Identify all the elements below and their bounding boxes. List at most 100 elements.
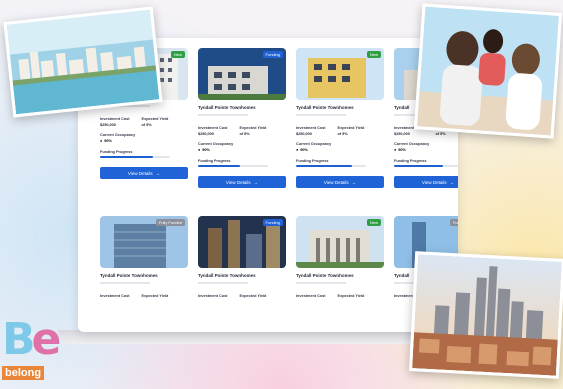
expected-yield-value: of 5% [435,132,446,136]
view-details-button[interactable]: View Details → [394,176,458,188]
funding-progress-fill [198,165,240,167]
logo-word: belong [2,366,45,380]
coastal-city-photo [3,6,163,118]
view-details-label: View Details [127,170,153,176]
property-title[interactable]: Tyndall Pointe Townhomes [198,105,286,110]
funding-progress-label: Funding Progress [394,159,427,163]
property-thumbnail[interactable]: Funding [198,216,286,268]
arrow-right-icon: → [351,179,357,185]
view-details-button[interactable]: View Details → [100,167,188,179]
investment-cost-label: Investment Cost [296,126,326,130]
status-badge: Funding [262,51,283,58]
expected-yield-label: Expected Yield [337,294,365,298]
property-subtitle-line [296,114,346,116]
investment-cost-value: $250,000 [296,132,312,136]
property-title[interactable]: Tyndall Pointe Townhomes [100,273,188,278]
funding-progress-bar [296,165,366,167]
funding-progress-label: Funding Progress [296,159,329,163]
investment-cost-value: $250,000 [198,132,214,136]
expected-yield-label: Expected Yield [337,126,365,130]
expected-yield-label: Expected Yield [239,294,267,298]
investment-cost: Investment Cost [198,294,228,300]
status-badge: New [170,51,185,58]
view-details-button[interactable]: View Details → [296,176,384,188]
expected-yield-label: Expected Yield [141,294,169,298]
occupancy-percent: 90% [104,139,112,143]
property-thumbnail[interactable]: Funding [198,48,286,100]
logo-letter-b: B [2,314,35,365]
occupancy-value: ● 90% [198,148,286,152]
funding-progress-fill [100,156,153,158]
investment-cost: Investment Cost $250,000 [100,117,130,127]
city-skyline-photo [408,251,563,379]
property-card[interactable]: Funding Tyndall Pointe Townhomes Investmen… [198,48,286,188]
expected-yield-label: Expected Yield [239,126,267,130]
property-subtitle-line [100,282,150,284]
investment-cost: Investment Cost $250,000 [198,126,228,136]
property-card[interactable]: Fully Funded Tyndall Pointe Townhomes Inve… [100,216,188,300]
investment-cost-label: Investment Cost [198,126,228,130]
property-title[interactable]: Tyndall Pointe Townhomes [198,273,286,278]
status-badge: Funding [262,219,283,226]
funding-progress-bar [100,156,170,158]
person-icon: ● [100,139,103,143]
funding-progress-bar [394,165,458,167]
property-thumbnail[interactable]: New [296,216,384,268]
investment-cost-value: $250,000 [394,132,410,136]
occupancy-percent: 90% [300,148,308,152]
occupancy-value: ● 90% [100,139,188,143]
property-subtitle-line [198,114,248,116]
person-icon: ● [296,148,299,152]
expected-yield: Expected Yield of 5% [240,126,267,136]
investment-cost-label: Investment Cost [198,294,228,298]
status-badge: Fully Funded [449,219,458,226]
occupancy-percent: 90% [202,148,210,152]
expected-yield: Expected Yield [338,294,365,300]
property-card[interactable]: New Tyndall Pointe Townhomes Investment Co… [296,48,384,188]
investment-cost: Investment Cost [100,294,130,300]
expected-yield: Expected Yield [142,294,169,300]
view-details-label: View Details [421,179,447,185]
status-badge: Fully Funded [155,219,185,226]
property-thumbnail[interactable]: Fully Funded [100,216,188,268]
family-photo [413,3,563,139]
investment-cost-label: Investment Cost [100,294,130,298]
view-details-label: View Details [225,179,251,185]
metrics-row: Investment Cost $250,000 Expected Yield of … [100,117,188,127]
occupancy-label: Current Occupancy [394,142,430,146]
belong-logo: Be belong [2,318,64,388]
metrics-row: Investment Cost Expected Yield [100,294,188,300]
arrow-right-icon: → [155,170,161,176]
property-card[interactable]: Funding Tyndall Pointe Townhomes Investmen… [198,216,286,300]
property-title[interactable]: Tyndall Pointe Townhomes [296,273,384,278]
expected-yield-label: Expected Yield [141,117,169,121]
funding-progress-fill [394,165,443,167]
occupancy-label: Current Occupancy [198,142,234,146]
occupancy-value: ● 90% [296,148,384,152]
expected-yield: Expected Yield of 5% [338,126,365,136]
status-badge: New [366,219,381,226]
occupancy-label: Current Occupancy [296,142,332,146]
person-icon: ● [394,148,397,152]
property-subtitle-line [198,282,248,284]
expected-yield-value: of 5% [239,132,250,136]
logo-letter-e: e [31,314,62,365]
person-icon: ● [198,148,201,152]
occupancy-value: ● 90% [394,148,458,152]
expected-yield: Expected Yield [240,294,267,300]
investment-cost-value: $250,000 [100,123,116,127]
occupancy-percent: 90% [398,148,406,152]
metrics-row: Investment Cost $250,000 Expected Yield of … [296,126,384,136]
arrow-right-icon: → [449,179,455,185]
funding-progress-label: Funding Progress [198,159,231,163]
expected-yield-value: of 5% [337,132,348,136]
investment-cost: Investment Cost [296,294,326,300]
property-thumbnail[interactable]: New [296,48,384,100]
metrics-row: Investment Cost $250,000 Expected Yield of … [198,126,286,136]
property-card[interactable]: New Tyndall Pointe Townhomes Investment Co… [296,216,384,300]
property-title[interactable]: Tyndall Pointe Townhomes [296,105,384,110]
investment-cost-label: Investment Cost [296,294,326,298]
view-details-button[interactable]: View Details → [198,176,286,188]
arrow-right-icon: → [253,179,259,185]
property-subtitle-line [296,282,346,284]
